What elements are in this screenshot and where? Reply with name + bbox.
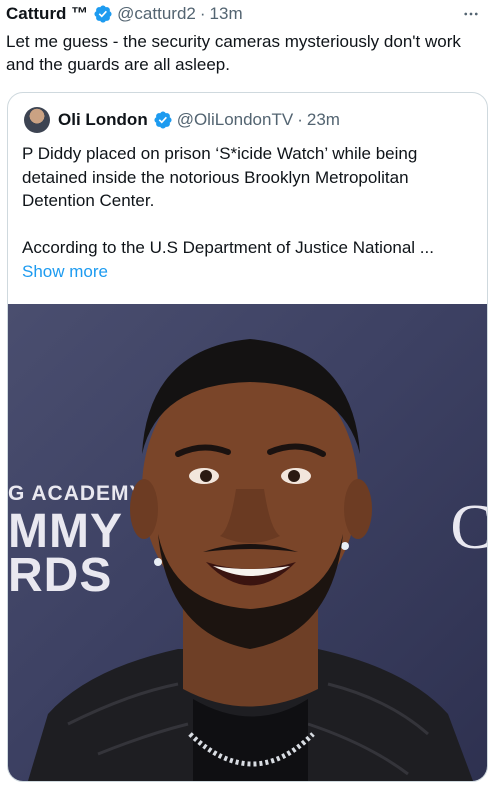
separator-dot: · bbox=[199, 4, 206, 23]
tweet-header: Catturd ™ @catturd2 · 13m bbox=[6, 2, 483, 26]
quoted-paragraph-1: P Diddy placed on prison ‘S*icide Watch’… bbox=[22, 144, 418, 210]
tweet-timestamp[interactable]: 13m bbox=[210, 4, 243, 24]
tweet-text: Let me guess - the security cameras myst… bbox=[6, 32, 461, 74]
author-name[interactable]: Catturd ™ bbox=[6, 4, 88, 24]
separator-dot: · bbox=[297, 110, 303, 129]
person-portrait-illustration bbox=[28, 339, 473, 781]
left-pupil bbox=[200, 470, 212, 482]
quoted-tweet-text: P Diddy placed on prison ‘S*icide Watch’… bbox=[22, 142, 473, 260]
right-pupil bbox=[288, 470, 300, 482]
quoted-tweet-card[interactable]: Oli London @OliLondonTV · 23m P Diddy pl… bbox=[7, 92, 488, 782]
quoted-author-handle[interactable]: @OliLondonTV bbox=[177, 110, 294, 130]
avatar[interactable] bbox=[24, 107, 50, 133]
quoted-tweet-header: Oli London @OliLondonTV · 23m bbox=[24, 107, 477, 133]
tweet-photo[interactable]: G ACADEMY MMY RDS C bbox=[8, 304, 487, 781]
more-horizontal-icon[interactable] bbox=[459, 2, 483, 26]
right-earring bbox=[341, 542, 349, 550]
more-dots-icon bbox=[464, 12, 478, 16]
author-handle[interactable]: @catturd2 bbox=[117, 4, 196, 24]
left-ear bbox=[130, 479, 158, 539]
left-earring bbox=[154, 558, 162, 566]
verified-badge-icon bbox=[94, 5, 112, 23]
quoted-paragraph-2: According to the U.S Department of Justi… bbox=[22, 238, 434, 257]
quoted-tweet-timestamp[interactable]: 23m bbox=[307, 110, 340, 130]
right-ear bbox=[344, 479, 372, 539]
show-more-link[interactable]: Show more bbox=[22, 262, 108, 282]
quoted-author-name[interactable]: Oli London bbox=[58, 110, 148, 130]
verified-badge-icon bbox=[154, 111, 172, 129]
